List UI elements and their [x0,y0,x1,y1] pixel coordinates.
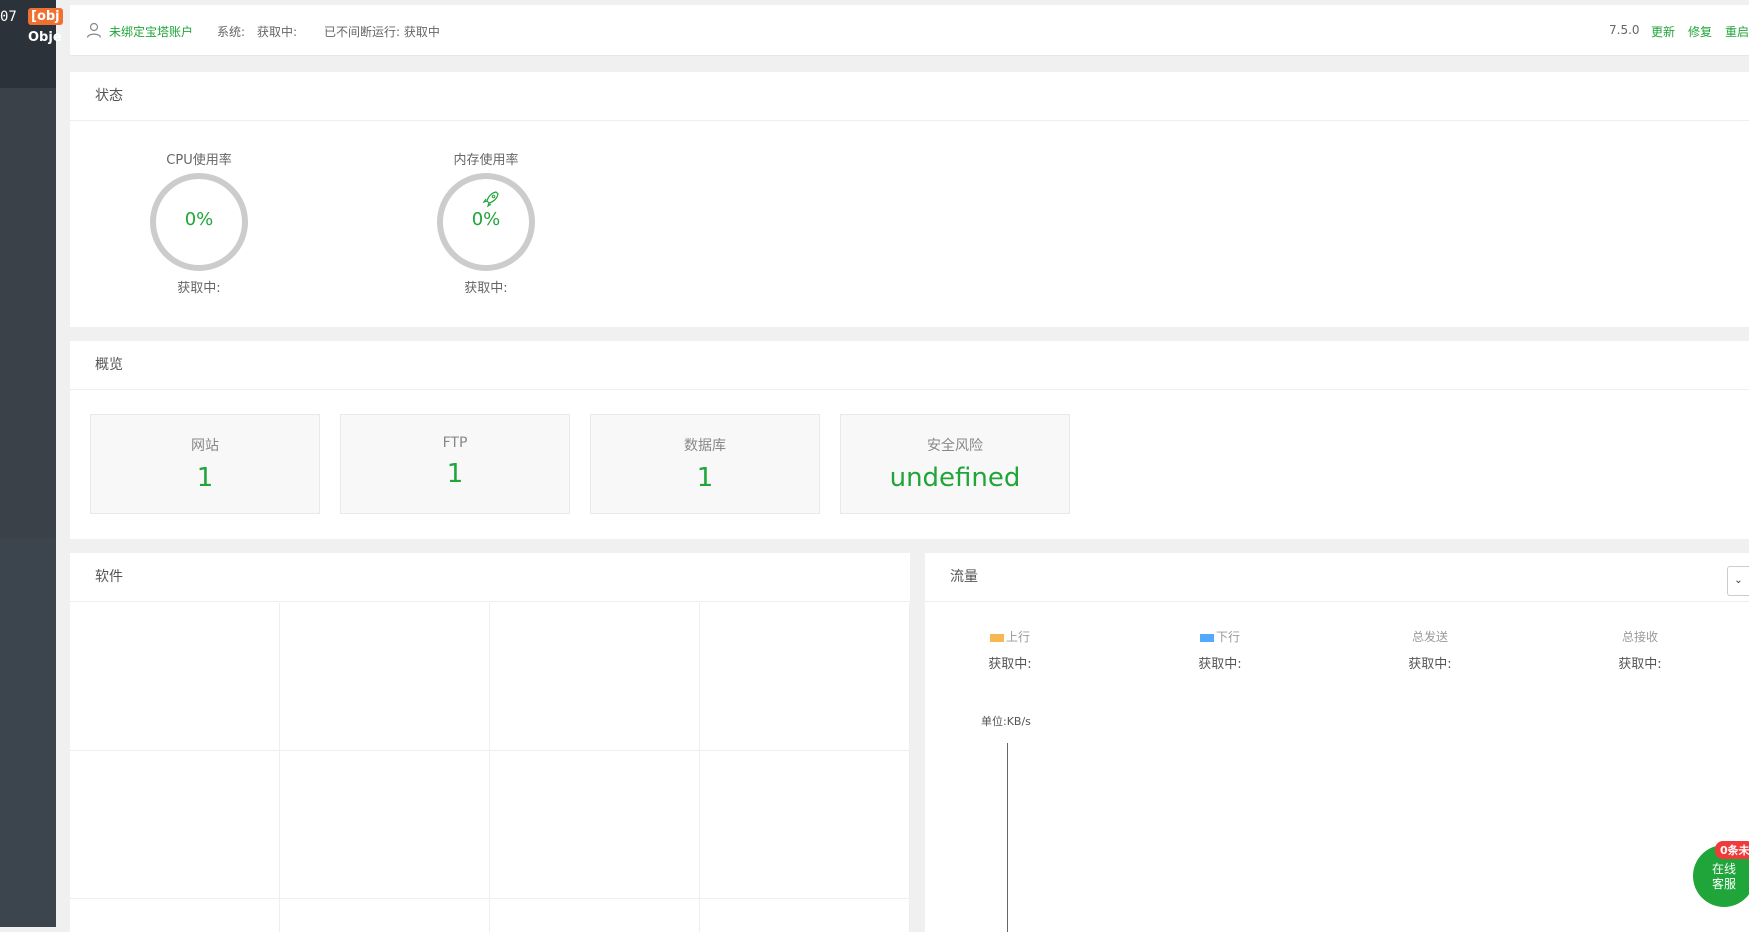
software-slot[interactable] [490,751,700,899]
service-line-1: 在线 [1711,862,1736,876]
overview-card-value: undefined [889,463,1021,493]
software-panel: 软件 [70,553,910,932]
overview-card-website[interactable]: 网站 1 [90,414,320,514]
traffic-unit-label: 单位:KB/s [981,715,1031,728]
traffic-chart-y-axis [1007,743,1008,932]
software-slot[interactable] [700,899,910,932]
unread-messages-badge: 0条未 [1715,841,1749,859]
gauge-title: CPU使用率 [166,153,232,168]
status-title: 状态 [70,72,1749,121]
traffic-stat-label: 总接收 [1621,630,1658,644]
software-slot[interactable] [700,603,910,751]
software-grid [70,603,910,932]
software-slot[interactable] [70,899,280,932]
traffic-stat-value: 获取中: [1198,657,1242,672]
software-slot[interactable] [280,899,490,932]
software-title: 软件 [70,553,910,602]
traffic-stat-download: 下行 获取中: [1160,628,1280,672]
overview-card-label: FTP [442,435,468,451]
traffic-title: 流量 [925,553,1749,602]
overview-card-value: 1 [446,459,464,489]
gauge-value: 0% [184,209,214,230]
software-slot[interactable] [490,603,700,751]
traffic-stat-label: 总发送 [1411,630,1448,644]
traffic-stat-value: 获取中: [1618,657,1662,672]
software-slot[interactable] [280,603,490,751]
traffic-nic-select[interactable]: ⌄ [1727,566,1749,596]
gauge-title: 内存使用率 [453,153,519,168]
software-slot[interactable] [70,751,280,899]
top-bar: 未绑定宝塔账户 系统: 获取中: 已不间断运行: 获取中 7.5.0 更新 修复… [70,5,1749,56]
status-panel: 状态 CPU使用率 0% 获取中: 内存使用率 0% 获取中: [70,72,1749,327]
overview-title: 概览 [70,341,1749,390]
overview-card-label: 安全风险 [927,438,983,454]
software-slot[interactable] [490,899,700,932]
sidebar-header: 07 [obj Obje [0,0,63,88]
traffic-stat-label: 上行 [950,628,1070,645]
overview-card-value: 1 [696,463,714,493]
gauge-value: 0% [471,209,501,230]
rocket-icon[interactable] [481,189,501,209]
chevron-down-icon: ⌄ [1734,575,1743,586]
sidebar-version: 07 [0,9,17,25]
software-slot[interactable] [280,751,490,899]
overview-panel: 概览 网站 1 FTP 1 数据库 1 安全风险 undefined [70,341,1749,539]
gauge-ring: 0% [150,173,248,271]
sidebar-obj-text: Obje [28,30,62,45]
traffic-stat-total-sent: 总发送 获取中: [1370,628,1490,672]
software-slot[interactable] [700,751,910,899]
overview-card-ftp[interactable]: FTP 1 [340,414,570,514]
software-slot[interactable] [70,603,280,751]
overview-card-label: 网站 [191,438,219,454]
overview-card-security-risk[interactable]: 安全风险 undefined [840,414,1070,514]
upload-legend-swatch [989,633,1004,642]
traffic-panel: 流量 ⌄ 上行 获取中: 下行 获取中: 总发送 获取中: 总接收 获取中: 单… [925,553,1749,932]
traffic-stat-total-received: 总接收 获取中: [1580,628,1700,672]
overview-card-label: 数据库 [684,438,726,454]
sidebar-obj-badge: [obj [28,8,63,25]
traffic-stat-value: 获取中: [1408,657,1452,672]
restart-link[interactable]: 重启 [1725,23,1749,40]
service-line-2: 客服 [1711,877,1736,891]
cpu-gauge[interactable]: CPU使用率 0% 获取中: [139,149,259,296]
system-label: 系统: [217,25,246,39]
repair-link[interactable]: 修复 [1688,23,1712,40]
sidebar: 07 [obj Obje [0,0,63,927]
system-value: 获取中: [257,25,298,39]
traffic-stat-upload: 上行 获取中: [950,628,1070,672]
overview-card-value: 1 [196,463,214,493]
bind-account-link[interactable]: 未绑定宝塔账户 [109,23,193,40]
user-icon [86,22,102,38]
gauge-ring: 0% [437,173,535,271]
panel-version: 7.5.0 [1609,23,1640,37]
traffic-stat-label: 下行 [1160,628,1280,645]
overview-card-database[interactable]: 数据库 1 [590,414,820,514]
memory-gauge[interactable]: 内存使用率 0% 获取中: [426,149,546,296]
sidebar-menu [0,88,56,538]
gauge-status: 获取中: [464,281,508,296]
traffic-stat-value: 获取中: [988,657,1032,672]
uptime-text: 已不间断运行: 获取中 [324,25,440,39]
gauge-status: 获取中: [177,281,221,296]
download-legend-swatch [1199,633,1214,642]
update-link[interactable]: 更新 [1651,23,1675,40]
